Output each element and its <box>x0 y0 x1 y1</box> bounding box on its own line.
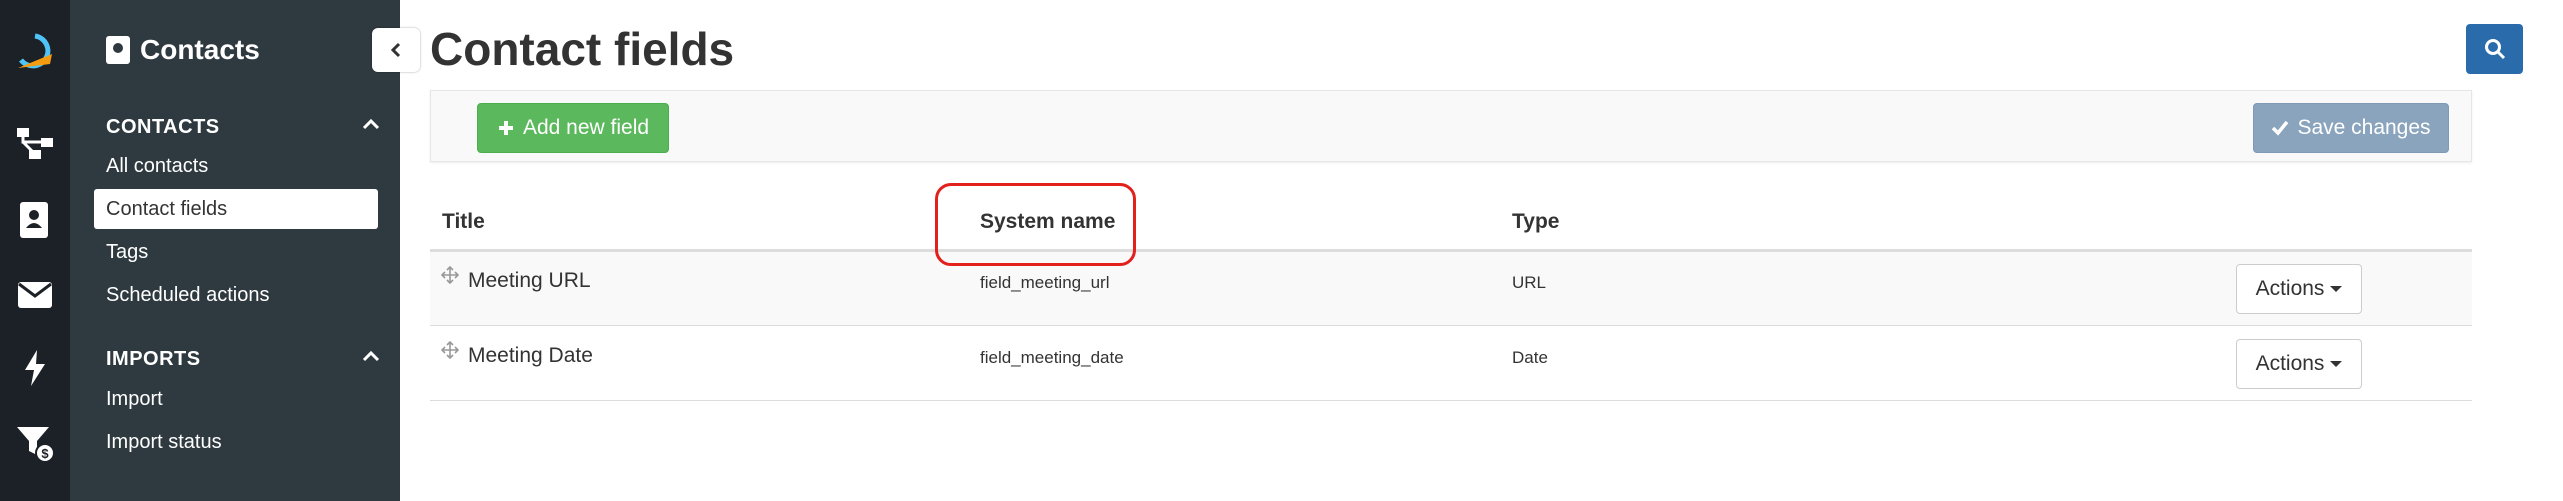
table-row: Meeting Date field_meeting_date Date Act… <box>430 327 2472 401</box>
caret-down-icon <box>2330 361 2343 367</box>
search-icon <box>2484 39 2505 60</box>
move-handle-icon[interactable] <box>441 341 459 359</box>
bolt-icon[interactable] <box>12 345 58 391</box>
add-new-field-label: Add new field <box>522 116 650 139</box>
row-type: Date <box>1512 348 1548 367</box>
sidebar-item-all-contacts[interactable]: All contacts <box>94 146 378 186</box>
sidebar-title: Contacts <box>106 34 260 66</box>
column-header-type[interactable]: Type <box>1512 210 1559 234</box>
sidebar-item-scheduled-actions[interactable]: Scheduled actions <box>94 275 378 315</box>
row-system-name: field_meeting_date <box>980 348 1124 367</box>
column-header-title[interactable]: Title <box>442 210 485 234</box>
save-changes-button[interactable]: Save changes <box>2253 103 2449 153</box>
row-type: URL <box>1512 273 1547 292</box>
save-changes-label: Save changes <box>2297 116 2431 139</box>
actions-dropdown-button[interactable]: Actions <box>2236 339 2362 389</box>
icon-rail: $ <box>0 0 70 501</box>
actions-dropdown-button[interactable]: Actions <box>2236 264 2362 314</box>
row-title: Meeting Date <box>468 344 593 367</box>
email-icon[interactable] <box>12 272 58 318</box>
actions-label: Actions <box>2255 352 2325 375</box>
chevron-left-icon <box>390 42 401 58</box>
table-row: Meeting URL field_meeting_url URL Action… <box>430 252 2472 326</box>
section-contacts-header[interactable]: CONTACTS <box>106 116 220 139</box>
row-title: Meeting URL <box>468 269 591 292</box>
contacts-icon[interactable] <box>12 197 58 243</box>
chevron-up-icon[interactable] <box>360 113 382 135</box>
caret-down-icon <box>2330 286 2343 292</box>
sidebar-item-tags[interactable]: Tags <box>94 232 378 272</box>
check-icon <box>2272 120 2289 136</box>
contacts-book-icon <box>106 36 130 64</box>
row-system-name: field_meeting_url <box>980 273 1110 292</box>
plus-icon <box>498 121 513 135</box>
toolbar: Add new field Save changes <box>430 90 2472 162</box>
sidebar-item-contact-fields[interactable]: Contact fields <box>94 189 378 229</box>
annotation-highlight-box <box>935 183 1136 266</box>
search-button[interactable] <box>2466 24 2523 74</box>
chevron-up-icon[interactable] <box>360 345 382 367</box>
svg-text:$: $ <box>41 446 49 461</box>
sidebar-title-text: Contacts <box>140 34 260 65</box>
sidebar: Contacts CONTACTS All contacts Contact f… <box>70 0 400 501</box>
move-handle-icon[interactable] <box>441 266 459 284</box>
section-imports-header[interactable]: IMPORTS <box>106 348 201 371</box>
sidebar-item-import-status[interactable]: Import status <box>94 422 378 462</box>
sidebar-item-import[interactable]: Import <box>94 379 378 419</box>
page-title: Contact fields <box>430 23 735 75</box>
add-new-field-button[interactable]: Add new field <box>477 103 669 153</box>
actions-label: Actions <box>2255 277 2325 300</box>
funnel-dollar-icon[interactable]: $ <box>12 420 58 466</box>
logo-icon[interactable] <box>12 30 58 76</box>
collapse-sidebar-button[interactable] <box>372 28 420 72</box>
flow-icon[interactable] <box>12 120 58 166</box>
